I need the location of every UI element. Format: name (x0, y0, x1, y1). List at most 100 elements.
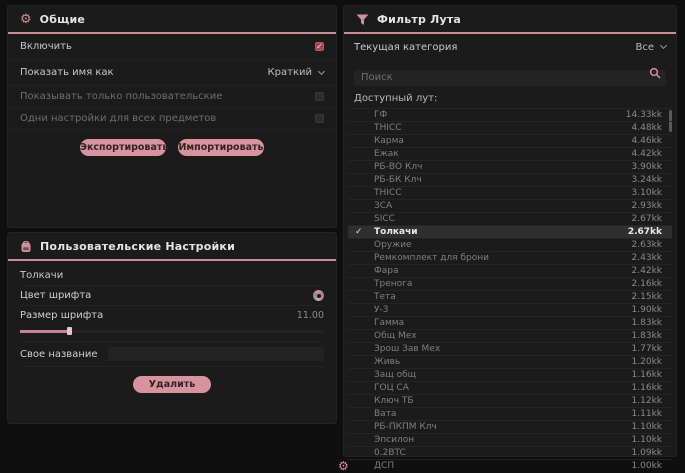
loot-item-name: Живь (374, 357, 400, 367)
loot-item-value: 1.83kk (632, 331, 662, 341)
category-dropdown[interactable]: Все (635, 42, 666, 53)
delete-button[interactable]: Удалить (133, 376, 211, 393)
loot-row[interactable]: Ключ ТБ1.12kk (348, 394, 672, 407)
chevron-down-icon (318, 67, 325, 74)
slider-handle[interactable] (67, 327, 72, 335)
enable-checkbox[interactable] (315, 42, 324, 51)
loot-item-name: Тренога (374, 279, 412, 289)
loot-item-name: ГФ (374, 110, 387, 120)
loot-item-value: 1.16kk (632, 383, 662, 393)
chevron-down-icon (660, 42, 667, 49)
font-size-slider[interactable] (20, 327, 324, 335)
loot-row[interactable]: РБ-ПКПМ Клч1.10kk (348, 420, 672, 433)
loot-row[interactable]: SICC 2.67kk (348, 212, 672, 225)
setting-row-name-mode: Показать имя как Краткий (8, 60, 336, 86)
loot-item-name: THICC (374, 188, 402, 198)
loot-row[interactable]: Карма4.46kk (348, 134, 672, 147)
check-icon: ✓ (355, 227, 363, 237)
loot-list: ГФ14.33kkTHICC4.48kkКарма4.46kkЕжак4.42k… (348, 108, 672, 472)
same-settings-checkbox[interactable] (315, 114, 324, 123)
custom-name-input[interactable] (108, 347, 324, 361)
loot-item-value: 2.67kk (632, 214, 662, 224)
loot-item-name: Общ Мех (374, 331, 417, 341)
loot-item-value: 1.10kk (632, 435, 662, 445)
general-panel: ⚙ Общие Включить Показать имя как Кратки… (7, 5, 337, 228)
font-size-value: 11.00 (297, 310, 324, 321)
loot-row[interactable]: ДСП1.00kk (348, 459, 672, 472)
category-value: Все (635, 42, 654, 53)
font-size-row: Размер шрифта 11.00 (20, 305, 324, 325)
name-mode-dropdown[interactable]: Краткий (268, 67, 324, 78)
loot-item-name: Эпсилон (374, 435, 414, 445)
loot-row[interactable]: ГОЦ СА1.16kk (348, 381, 672, 394)
export-button[interactable]: Экспортировать (80, 139, 166, 156)
loot-row[interactable]: Вата1.11kk (348, 407, 672, 420)
loot-item-name: ДСП (374, 461, 394, 471)
loot-item-name: РБ-ВО Клч (374, 162, 422, 172)
loot-row[interactable]: РБ-ВО Клч3.90kk (348, 160, 672, 173)
setting-row-only-custom: Показывать только пользовательские (8, 86, 336, 108)
search-icon[interactable] (649, 67, 661, 79)
loot-row[interactable]: 0.2BTC1.09kk (348, 446, 672, 459)
loot-item-name: SICC (374, 214, 395, 224)
loot-row[interactable]: ✓ Толкачи 2.67kk (348, 225, 672, 238)
search-row (354, 65, 666, 86)
search-input[interactable] (354, 70, 666, 86)
loot-row[interactable]: THICC3.10kk (348, 186, 672, 199)
loot-item-value: 2.67kk (628, 227, 662, 237)
name-mode-value: Краткий (268, 67, 312, 78)
loot-item-value: 2.15kk (632, 292, 662, 302)
loot-row[interactable]: У-3 1.90kk (348, 303, 672, 316)
loot-item-value: 2.16kk (632, 279, 662, 289)
loot-item-name: У-3 (374, 305, 388, 315)
loot-row[interactable]: Живь 1.20kk (348, 355, 672, 368)
custom-panel-title: Пользовательские Настройки (40, 240, 235, 253)
loot-item-name: Ключ ТБ (374, 396, 414, 406)
loot-item-name: Зрош Зав Мех (374, 344, 440, 354)
loot-item-value: 1.09kk (632, 448, 662, 458)
loot-item-name: Вата (374, 409, 396, 419)
loot-item-value: 4.42kk (632, 149, 662, 159)
loot-row[interactable]: Оружие2.63kk (348, 238, 672, 251)
loot-item-value: 4.46kk (632, 136, 662, 146)
loot-filter-panel: Фильтр Лута Текущая категория Все Доступ… (343, 5, 677, 457)
loot-item-name: Толкачи (374, 227, 418, 237)
only-custom-checkbox[interactable] (315, 92, 324, 101)
setting-row-same-settings: Одни настройки для всех предметов (8, 108, 336, 130)
only-custom-label: Показывать только пользовательские (20, 91, 222, 102)
loot-item-name: РБ-БК Клч (374, 175, 422, 185)
setting-row-enable: Включить (8, 34, 336, 60)
loot-row[interactable]: Защ общ1.16kk (348, 368, 672, 381)
loot-row[interactable]: ГФ14.33kk (348, 108, 672, 121)
loot-item-value: 1.16kk (632, 370, 662, 380)
color-wheel-icon[interactable] (313, 290, 324, 301)
loot-row[interactable]: Эпсилон 1.10kk (348, 433, 672, 446)
loot-item-name: Тета (374, 292, 396, 302)
import-button[interactable]: Импортировать (178, 139, 264, 156)
loot-row[interactable]: Гамма1.83kk (348, 316, 672, 329)
custom-name-label: Свое название (20, 349, 98, 360)
footer-gear-icon[interactable]: ⚙ (338, 460, 349, 472)
loot-item-value: 2.43kk (632, 253, 662, 263)
loot-row[interactable]: ЗСА2.93kk (348, 199, 672, 212)
loot-row[interactable]: THICC4.48kk (348, 121, 672, 134)
loot-row[interactable]: Ремкомплект для брони2.43kk (348, 251, 672, 264)
loot-row[interactable]: Тренога 2.16kk (348, 277, 672, 290)
filter-panel-title: Фильтр Лута (377, 13, 461, 26)
loot-item-value: 1.20kk (632, 357, 662, 367)
loot-row[interactable]: Тета 2.15kk (348, 290, 672, 303)
category-label: Текущая категория (354, 42, 457, 53)
loot-row[interactable]: РБ-БК Клч 3.24kk (348, 173, 672, 186)
loot-item-value: 1.77kk (632, 344, 662, 354)
loot-row[interactable]: Общ Мех 1.83kk (348, 329, 672, 342)
loot-row[interactable]: Ежак4.42kk (348, 147, 672, 160)
loot-item-value: 1.90kk (632, 305, 662, 315)
font-color-label: Цвет шрифта (20, 290, 91, 301)
loot-row[interactable]: Фара2.42kk (348, 264, 672, 277)
loot-row[interactable]: Зрош Зав Мех 1.77kk (348, 342, 672, 355)
loot-item-value: 2.93kk (632, 201, 662, 211)
loot-item-name: Гамма (374, 318, 404, 328)
category-row: Текущая категория Все (344, 34, 676, 60)
loot-item-value: 4.48kk (632, 123, 662, 133)
loot-item-value: 3.24kk (632, 175, 662, 185)
